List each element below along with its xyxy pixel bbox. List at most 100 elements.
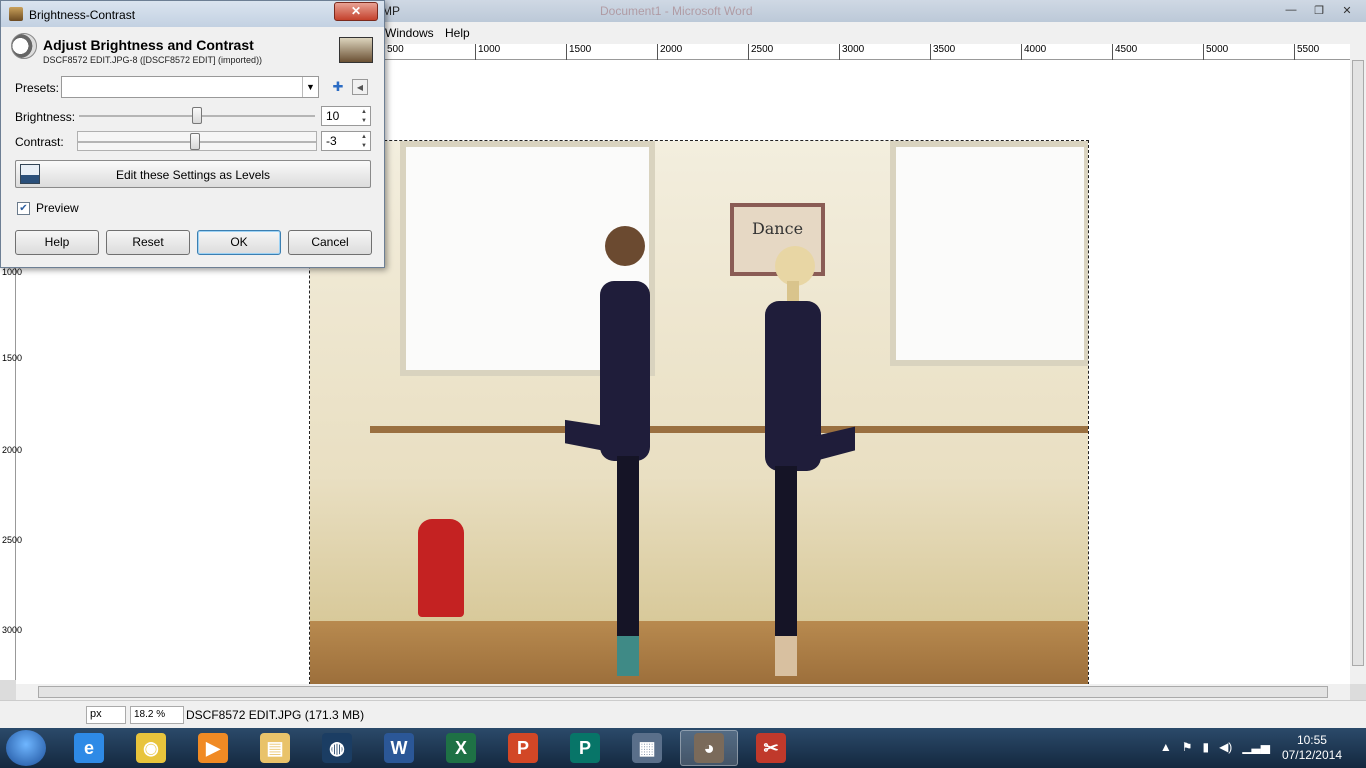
edit-as-levels-button[interactable]: Edit these Settings as Levels: [15, 160, 371, 188]
network-icon[interactable]: ▁▃▅: [1242, 740, 1270, 754]
taskbar: e ◉ ▶ ▤ ◍ W X P P ▦ ◕ ✂ ▲ ⚑ ▮ ◀) ▁▃▅ 10:55 07/12/20…: [0, 728, 1366, 768]
brightness-knob[interactable]: [192, 107, 202, 124]
gimp-glyph: ◕: [694, 733, 724, 763]
image-thumbnail: [339, 37, 373, 63]
window-controls: — ❐ ✕: [1278, 1, 1360, 19]
powerpoint-glyph: P: [508, 733, 538, 763]
taskbar-media-player-icon[interactable]: ▶: [184, 730, 242, 766]
taskbar-chrome-icon[interactable]: ◉: [122, 730, 180, 766]
horizontal-scrollbar[interactable]: [16, 684, 1350, 700]
ruler-tick: 2500: [748, 44, 773, 60]
ok-button[interactable]: OK: [197, 230, 281, 255]
ruler-tick: 500: [384, 44, 404, 60]
vertical-ruler: 1000 1500 2000 2500 3000: [0, 267, 23, 680]
start-button[interactable]: [6, 730, 46, 766]
maximize-button[interactable]: ❐: [1306, 1, 1332, 19]
ruler-tick: 1000: [2, 267, 23, 277]
taskbar-snipping-tool-icon[interactable]: ✂: [742, 730, 800, 766]
dialog-close-button[interactable]: ✕: [334, 2, 378, 21]
brightness-spinner[interactable]: 10 ▲ ▼: [321, 106, 371, 126]
tray-expand-icon[interactable]: ▲: [1160, 740, 1172, 754]
clock-date: 07/12/2014: [1281, 748, 1342, 762]
dialog-subheading: DSCF8572 EDIT.JPG-8 ([DSCF8572 EDIT] (im…: [43, 55, 263, 65]
cancel-button[interactable]: Cancel: [288, 230, 372, 255]
ruler-tick: 1500: [566, 44, 591, 60]
clock-time: 10:55: [1296, 733, 1327, 747]
preset-menu-icon[interactable]: ◀: [352, 79, 368, 95]
ruler-tick: 3000: [2, 625, 23, 635]
taskbar-notes-icon[interactable]: ▦: [618, 730, 676, 766]
clock[interactable]: 10:55 07/12/2014: [1282, 733, 1342, 763]
horizontal-scroll-thumb[interactable]: [38, 686, 1328, 698]
spin-up-icon[interactable]: ▲: [359, 108, 369, 116]
photo-barre: [370, 426, 1088, 433]
battery-icon[interactable]: ▮: [1202, 740, 1209, 754]
ruler-tick: 3500: [930, 44, 955, 60]
contrast-slider[interactable]: [77, 131, 317, 151]
publisher-glyph: P: [570, 733, 600, 763]
brightness-value: 10: [326, 109, 340, 123]
brightness-contrast-icon: [11, 33, 37, 59]
horizontal-ruler: 500 1000 1500 2000 2500 3000 3500 4000 4…: [384, 44, 1350, 60]
ruler-tick: 5000: [1203, 44, 1228, 60]
notes-glyph: ▦: [632, 733, 662, 763]
presets-combo[interactable]: ▼: [61, 76, 319, 98]
ruler-tick: 2500: [2, 535, 23, 545]
taskbar-powerpoint-icon[interactable]: P: [494, 730, 552, 766]
chevron-down-icon[interactable]: ▼: [302, 77, 318, 97]
spin-down-icon[interactable]: ▼: [359, 142, 369, 150]
ruler-tick: 2000: [657, 44, 682, 60]
taskbar-gimp-icon[interactable]: ◕: [680, 730, 738, 766]
excel-glyph: X: [446, 733, 476, 763]
status-bar: px 18.2 % DSCF8572 EDIT.JPG (171.3 MB): [0, 700, 1366, 728]
brightness-slider[interactable]: [79, 106, 315, 126]
edit-as-levels-label: Edit these Settings as Levels: [115, 168, 271, 182]
brightness-label: Brightness:: [15, 110, 76, 124]
spin-up-icon[interactable]: ▲: [359, 133, 369, 141]
taskbar-steam-icon[interactable]: ◍: [308, 730, 366, 766]
contrast-spinner[interactable]: -3 ▲ ▼: [321, 131, 371, 151]
vertical-scroll-thumb[interactable]: [1352, 60, 1364, 666]
menu-help[interactable]: Help: [445, 26, 470, 40]
photo-fire-extinguisher: [418, 519, 464, 617]
ruler-tick: 4500: [1112, 44, 1137, 60]
minimize-button[interactable]: —: [1278, 1, 1304, 19]
taskbar-word-icon[interactable]: W: [370, 730, 428, 766]
action-center-flag-icon[interactable]: ⚑: [1182, 740, 1193, 754]
file-explorer-glyph: ▤: [260, 733, 290, 763]
taskbar-publisher-icon[interactable]: P: [556, 730, 614, 766]
preview-checkbox[interactable]: ✔: [17, 202, 30, 215]
zoom-select[interactable]: 18.2 %: [130, 706, 184, 724]
spin-down-icon[interactable]: ▼: [359, 117, 369, 125]
ruler-tick: 1500: [2, 353, 23, 363]
help-button[interactable]: Help: [15, 230, 99, 255]
preview-label: Preview: [36, 201, 79, 215]
taskbar-excel-icon[interactable]: X: [432, 730, 490, 766]
ruler-tick: 4000: [1021, 44, 1046, 60]
media-player-glyph: ▶: [198, 733, 228, 763]
dialog-heading: Adjust Brightness and Contrast: [43, 37, 254, 53]
snipping-tool-glyph: ✂: [756, 733, 786, 763]
ruler-tick: 2000: [2, 445, 23, 455]
steam-glyph: ◍: [322, 733, 352, 763]
volume-icon[interactable]: ◀): [1219, 740, 1232, 754]
vertical-scrollbar[interactable]: [1350, 44, 1366, 684]
close-window-button[interactable]: ✕: [1334, 1, 1360, 19]
taskbar-internet-explorer-icon[interactable]: e: [60, 730, 118, 766]
contrast-label: Contrast:: [15, 135, 64, 149]
taskbar-file-explorer-icon[interactable]: ▤: [246, 730, 304, 766]
contrast-knob[interactable]: [190, 133, 200, 150]
chrome-glyph: ◉: [136, 733, 166, 763]
ballet-photo: Dance: [309, 140, 1089, 725]
file-info-text: DSCF8572 EDIT.JPG (171.3 MB): [186, 708, 365, 722]
add-preset-icon[interactable]: ✚: [330, 79, 346, 95]
dialog-titlebar[interactable]: Brightness-Contrast ✕: [1, 1, 384, 27]
photo-dancer-left: [565, 226, 650, 676]
word-glyph: W: [384, 733, 414, 763]
unit-select[interactable]: px: [86, 706, 126, 724]
background-window-title: Document1 - Microsoft Word: [600, 4, 753, 18]
dialog-title: Brightness-Contrast: [29, 8, 136, 22]
menu-windows[interactable]: Windows: [385, 26, 434, 40]
reset-button[interactable]: Reset: [106, 230, 190, 255]
system-tray: ▲ ⚑ ▮ ◀) ▁▃▅: [1160, 740, 1270, 754]
